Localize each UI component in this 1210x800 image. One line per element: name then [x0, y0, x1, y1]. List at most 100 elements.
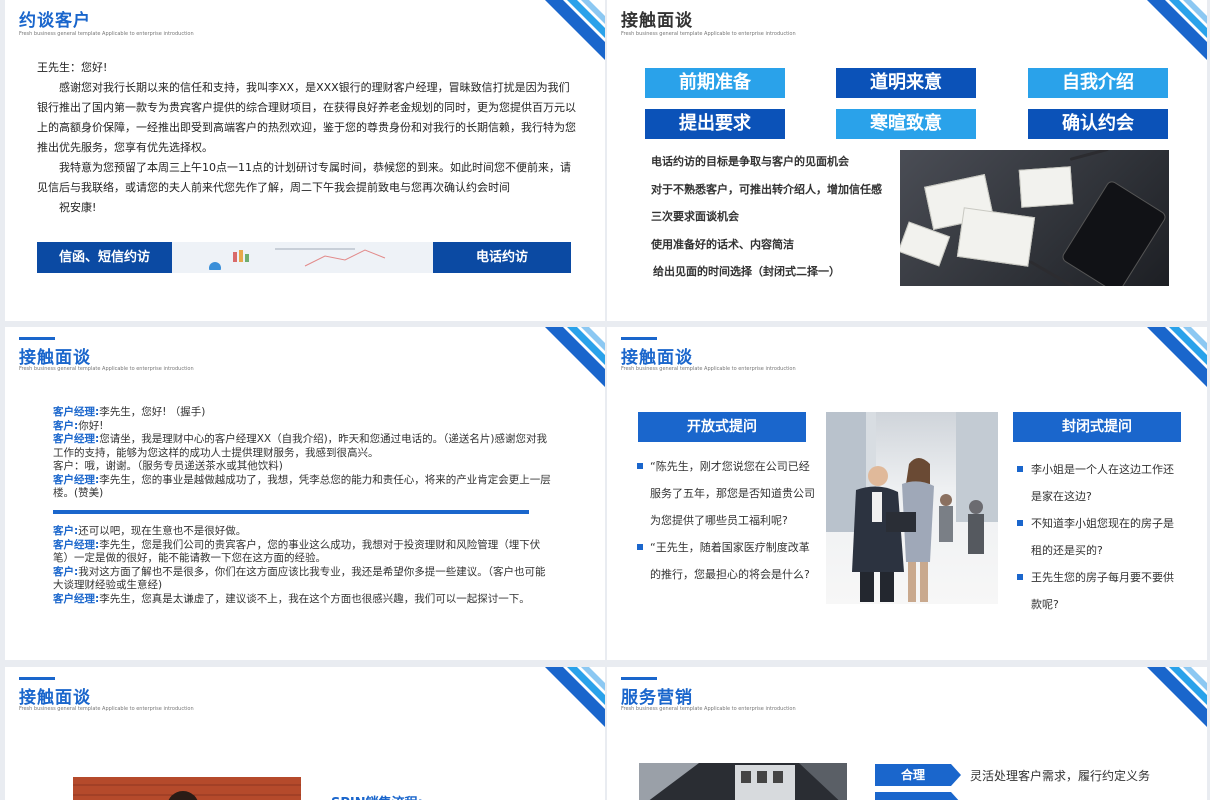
building-pattern — [639, 763, 847, 800]
paper-card-image — [1018, 166, 1074, 208]
slide-title: 接触面谈 — [621, 348, 693, 368]
speaker-label: 客户: — [53, 565, 79, 578]
pen-image — [1069, 150, 1110, 161]
letter-paragraph: 感谢您对我行长期以来的信任和支持，我叫李XX，是XXX银行的理财客户经理，冒昧致… — [37, 81, 576, 154]
title-accent-bar — [19, 337, 55, 340]
phone-image — [1060, 179, 1168, 286]
title-accent-bar — [621, 337, 657, 340]
letter-greeting: 王先生：您好! — [37, 61, 108, 74]
bullet-icon — [637, 544, 643, 550]
speaker-label: 客户经理: — [53, 473, 100, 486]
divider-bar — [53, 510, 529, 514]
tip-line: 使用准备好的话术、内容简洁 — [651, 238, 794, 251]
dialogue-text: 您请坐，我是理财中心的客户经理XX（自我介绍)，昨天和您通过电话的。（递送名片)… — [53, 433, 548, 459]
corner-stripes-decoration — [545, 667, 605, 727]
speaker-label: 客户: — [53, 419, 79, 432]
title-accent-bar — [621, 677, 657, 680]
dialogue-line: 客户经理:李先生，您好! （握手) — [53, 406, 553, 420]
open-question-header: 开放式提问 — [638, 412, 806, 442]
slide-questions: 接触面谈 Fresh business general template App… — [607, 327, 1207, 660]
phone-call-button[interactable]: 电话约访 — [433, 242, 571, 273]
step-chip[interactable]: 提出要求 — [645, 109, 785, 139]
closed-question-item: 不知道李小姐您现在的房子是租的还是买的? — [1031, 517, 1174, 557]
dialogue-line: 客户经理:李先生，您真是太谦虚了，建议谈不上，我在这个方面也很感兴趣，我们可以一… — [53, 593, 553, 607]
slide-title: 接触面谈 — [621, 11, 693, 31]
dialogue-text: 你好! — [78, 419, 104, 432]
open-question-item: “陈先生，刚才您说您在公司已经服务了五年，那您是否知道贵公司为您提供了哪些员工福… — [650, 460, 815, 527]
step-chip[interactable]: 寒暄致意 — [836, 109, 976, 139]
dialogue-line: 客户经理:李先生，您的事业是越做越成功了，我想，凭李总您的能力和责任心，将来的产… — [53, 474, 553, 501]
corner-stripes-decoration — [1147, 667, 1207, 727]
step-chip[interactable]: 道明来意 — [836, 68, 976, 98]
dialogue-line: 客户:你好! — [53, 420, 553, 434]
dialogue-text: 李先生，您的事业是越做越成功了，我想，凭李总您的能力和责任心，将来的产业肯定会更… — [53, 473, 551, 500]
people-illustration — [826, 412, 998, 602]
corner-stripes-decoration — [1147, 327, 1207, 387]
paper-card-image — [900, 221, 951, 267]
bullet-icon — [637, 463, 643, 469]
corner-stripes-decoration — [545, 327, 605, 387]
spin-heading: SPIN销售流程: — [331, 792, 423, 800]
tip-line: 给出见面的时间选择（封闭式二择一） — [653, 265, 840, 278]
dialogue-line: 客户经理:您请坐，我是理财中心的客户经理XX（自我介绍)，昨天和您通过电话的。（… — [53, 433, 553, 460]
speaker-label: 客户经理: — [53, 592, 100, 605]
business-people-photo — [826, 412, 998, 604]
bullet-icon — [1017, 466, 1023, 472]
speaker-label: 客户: — [53, 525, 79, 537]
speaker-label: 客户经理: — [53, 433, 100, 445]
slide-subtitle: Fresh business general template Applicab… — [19, 31, 194, 37]
building-photo — [639, 763, 847, 800]
brick-wall-photo — [73, 777, 301, 800]
slide-contact-steps: 接触面谈 Fresh business general template App… — [607, 0, 1207, 321]
slide-title: 约谈客户 — [19, 11, 91, 31]
closed-question-item: 王先生您的房子每月要不要供款呢? — [1031, 571, 1174, 611]
slide-dialogue: 接触面谈 Fresh business general template App… — [5, 327, 605, 660]
letter-body: 王先生：您好! 感谢您对我行长期以来的信任和支持，我叫李XX，是XXX银行的理财… — [37, 58, 577, 218]
title-accent-bar — [19, 677, 55, 680]
step-chip[interactable]: 确认约会 — [1028, 109, 1168, 139]
slide-title: 接触面谈 — [19, 688, 91, 708]
paper-card-image — [956, 207, 1036, 267]
tip-line: 电话约访的目标是争取与客户的见面机会 — [651, 155, 849, 168]
dialogue-block: 客户:还可以吧，现在生意也不是很好做。 客户经理:李先生，您是我们公司的贵宾客户… — [53, 525, 553, 606]
speaker-label: 客户经理: — [53, 538, 100, 551]
letter-closing: 祝安康! — [59, 201, 97, 214]
slide-subtitle: Fresh business general template Applicab… — [621, 31, 796, 37]
desk-photo — [900, 150, 1169, 286]
slide-title: 服务营销 — [621, 688, 693, 708]
letter-sms-button[interactable]: 信函、短信约访 — [37, 242, 172, 273]
slide-spin: 接触面谈 Fresh business general template App… — [5, 667, 605, 800]
dialogue-text: 李先生，您真是太谦虚了，建议谈不上，我在这个方面也很感兴趣，我们可以一起探讨一下… — [99, 592, 530, 605]
tip-line: 对于不熟悉客户，可推出转介绍人，增加信任感 — [651, 183, 882, 196]
slide-subtitle: Fresh business general template Applicab… — [19, 706, 194, 712]
slide-title: 接触面谈 — [19, 348, 91, 368]
tip-line: 三次要求面谈机会 — [651, 210, 739, 223]
slide-appointment: 约谈客户 Fresh business general template App… — [5, 0, 605, 321]
open-question-item: “王先生，随着国家医疗制度改革的推行，您最担心的将会是什么? — [650, 541, 810, 581]
dialogue-text: 我对这方面了解也不是很多，你们在这方面应该比我专业，我还是希望你多提一些建议。（… — [53, 565, 546, 592]
closed-question-item: 李小姐是一个人在这边工作还是家在这边? — [1031, 463, 1174, 503]
dialogue-text: 客户：哦，谢谢。（服务专员递送茶水或其他饮料) — [53, 460, 283, 472]
corner-stripes-decoration — [1147, 0, 1207, 60]
slide-subtitle: Fresh business general template Applicab… — [19, 366, 194, 372]
letter-paragraph: 我特意为您预留了本周三上午10点一11点的计划研讨专属时间，恭候您的到来。如此时… — [37, 161, 571, 194]
tag-reasonable: 合理 — [875, 764, 961, 786]
dialogue-line: 客户:我对这方面了解也不是很多，你们在这方面应该比我专业，我还是希望你多提一些建… — [53, 566, 553, 593]
brick-pattern — [73, 784, 301, 800]
bullet-icon — [1017, 574, 1023, 580]
closed-question-header: 封闭式提问 — [1013, 412, 1181, 442]
dialogue-line: 客户：哦，谢谢。（服务专员递送茶水或其他饮料) — [53, 460, 553, 474]
tag-next — [875, 792, 961, 800]
step-chip[interactable]: 自我介绍 — [1028, 68, 1168, 98]
dialogue-text: 李先生，您好! （握手) — [99, 406, 206, 418]
tag-description: 灵活处理客户需求，履行约定义务 — [970, 769, 1151, 783]
slide-service-marketing: 服务营销 Fresh business general template App… — [607, 667, 1207, 800]
dialogue-text: 李先生，您是我们公司的贵宾客户，您的事业这么成功，我想对于投资理财和风险管理（埋… — [53, 538, 541, 565]
slide-subtitle: Fresh business general template Applicab… — [621, 706, 796, 712]
chart-photo-decoration — [209, 248, 386, 270]
dialogue-block: 客户经理:李先生，您好! （握手) 客户:你好! 客户经理:您请坐，我是理财中心… — [53, 406, 553, 501]
dialogue-line: 客户经理:李先生，您是我们公司的贵宾客户，您的事业这么成功，我想对于投资理财和风… — [53, 539, 553, 566]
step-chip[interactable]: 前期准备 — [645, 68, 785, 98]
speaker-label: 客户经理: — [53, 406, 100, 418]
dialogue-line: 客户:还可以吧，现在生意也不是很好做。 — [53, 525, 553, 539]
